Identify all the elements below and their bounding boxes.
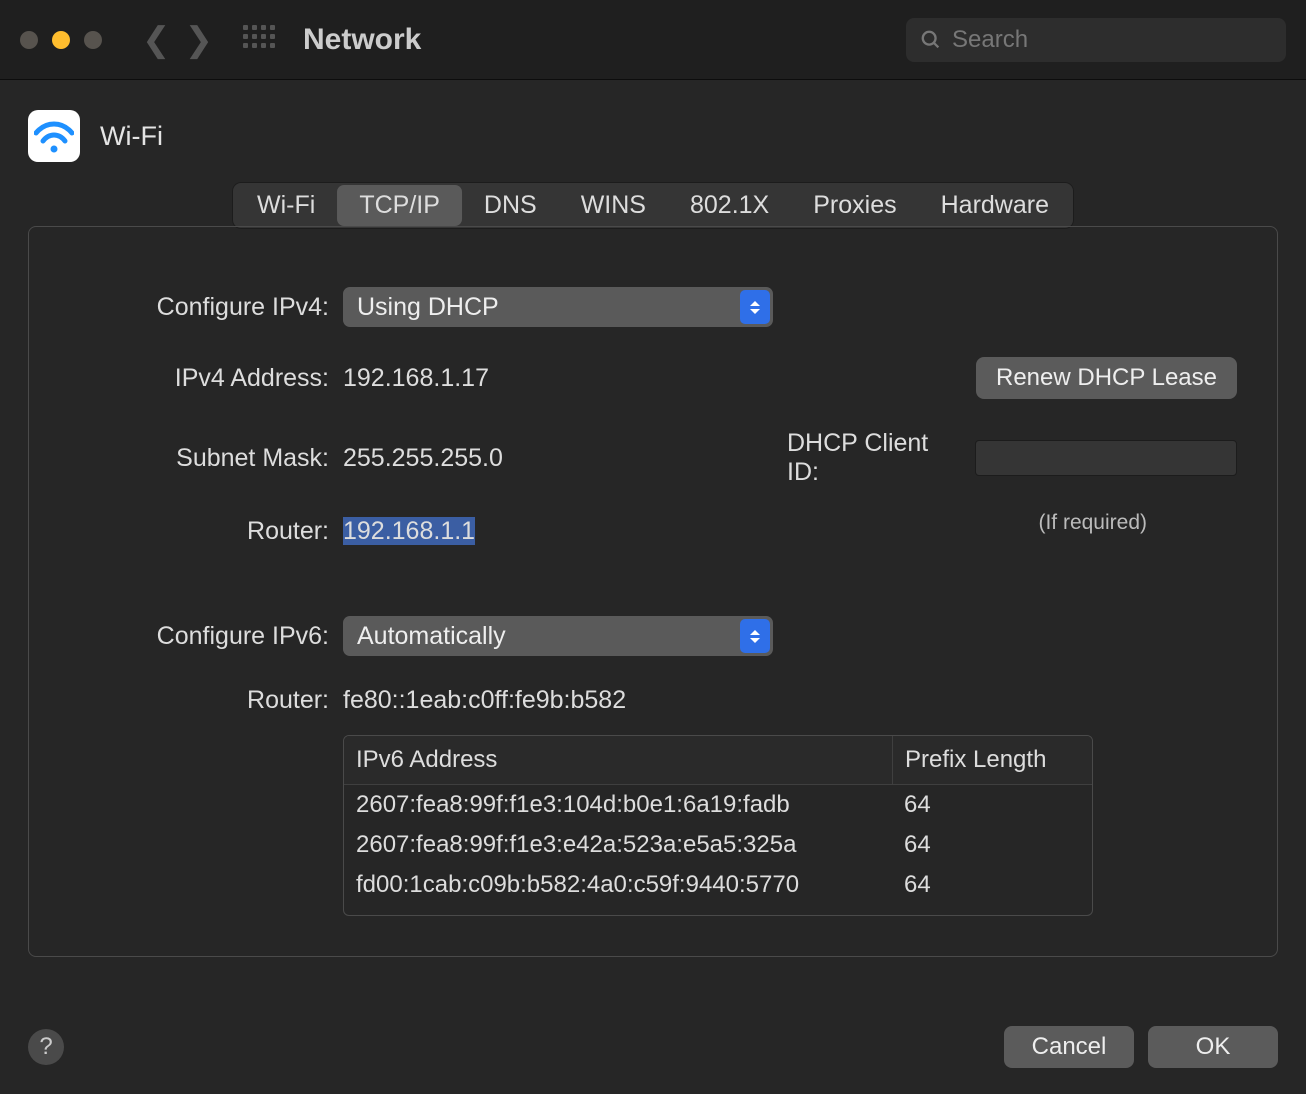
ipv6-address-cell: 2607:fea8:99f:f1e3:e42a:523a:e5a5:325a <box>344 825 892 865</box>
tab-8021x[interactable]: 802.1X <box>668 185 791 226</box>
configure-ipv6-dropdown[interactable]: Automatically <box>343 616 773 656</box>
subnet-mask-value: 255.255.255.0 <box>343 444 773 473</box>
tab-tcpip[interactable]: TCP/IP <box>337 185 462 226</box>
ipv6-row[interactable]: fd00:1cab:c09b:b582:4a0:c59f:9440:577064 <box>344 865 1092 905</box>
close-button[interactable] <box>20 31 38 49</box>
ipv6-router-label: Router: <box>69 686 329 715</box>
cancel-button[interactable]: Cancel <box>1004 1026 1134 1068</box>
tab-wifi[interactable]: Wi-Fi <box>235 185 337 226</box>
ok-button[interactable]: OK <box>1148 1026 1278 1068</box>
tab-wins[interactable]: WINS <box>559 185 668 226</box>
settings-panel: Configure IPv4: Using DHCP IPv4 Address:… <box>28 226 1278 957</box>
tabs: Wi-FiTCP/IPDNSWINS802.1XProxiesHardware <box>232 182 1074 229</box>
dropdown-arrows-icon <box>740 290 770 324</box>
configure-ipv6-value: Automatically <box>357 622 506 651</box>
ipv4-address-value: 192.168.1.17 <box>343 364 773 393</box>
window-title: Network <box>303 23 421 57</box>
back-button[interactable]: ❮ <box>142 20 171 60</box>
wifi-icon <box>28 110 80 162</box>
configure-ipv4-value: Using DHCP <box>357 293 499 322</box>
search-icon <box>920 29 942 51</box>
maximize-button[interactable] <box>84 31 102 49</box>
dhcp-client-id-hint: (If required) <box>1038 511 1147 534</box>
page-subtitle: Wi-Fi <box>100 121 163 152</box>
configure-ipv6-label: Configure IPv6: <box>69 622 329 651</box>
page-header: Wi-Fi <box>28 110 1278 162</box>
tab-dns[interactable]: DNS <box>462 185 559 226</box>
subnet-mask-label: Subnet Mask: <box>69 444 329 473</box>
configure-ipv4-dropdown[interactable]: Using DHCP <box>343 287 773 327</box>
ipv4-address-label: IPv4 Address: <box>69 364 329 393</box>
tab-hardware[interactable]: Hardware <box>919 185 1071 226</box>
renew-dhcp-button[interactable]: Renew DHCP Lease <box>976 357 1237 399</box>
ipv6-address-cell: 2607:fea8:99f:f1e3:104d:b0e1:6a19:fadb <box>344 785 892 825</box>
ipv6-row[interactable]: 2607:fea8:99f:f1e3:104d:b0e1:6a19:fadb64 <box>344 785 1092 825</box>
titlebar: ❮ ❯ Network Search <box>0 0 1306 80</box>
ipv6-router-value: fe80::1eab:c0ff:fe9b:b582 <box>343 686 1237 715</box>
forward-button[interactable]: ❯ <box>185 20 214 60</box>
dhcp-client-id-label: DHCP Client ID: <box>787 429 961 487</box>
all-prefs-icon[interactable] <box>243 25 273 55</box>
ipv6-col-prefix[interactable]: Prefix Length <box>892 736 1092 784</box>
tab-proxies[interactable]: Proxies <box>791 185 918 226</box>
ipv6-prefix-cell: 64 <box>892 865 1092 905</box>
search-placeholder: Search <box>952 26 1028 54</box>
network-window: ❮ ❯ Network Search Wi-Fi Wi-FiTCP/IPDNSW… <box>0 0 1306 1094</box>
ipv6-prefix-cell: 64 <box>892 785 1092 825</box>
footer: ? Cancel OK <box>28 1026 1278 1068</box>
dhcp-client-id-input[interactable] <box>975 440 1237 476</box>
minimize-button[interactable] <box>52 31 70 49</box>
ipv4-router-label: Router: <box>69 517 329 546</box>
dropdown-arrows-icon <box>740 619 770 653</box>
help-button[interactable]: ? <box>28 1029 64 1065</box>
ipv6-prefix-cell: 64 <box>892 825 1092 865</box>
ipv6-address-cell: fd00:1cab:c09b:b582:4a0:c59f:9440:5770 <box>344 865 892 905</box>
ipv6-row[interactable]: 2607:fea8:99f:f1e3:e42a:523a:e5a5:325a64 <box>344 825 1092 865</box>
ipv4-router-value[interactable]: 192.168.1.1 <box>343 517 475 545</box>
window-controls <box>20 31 102 49</box>
nav-arrows: ❮ ❯ <box>142 20 213 60</box>
configure-ipv4-label: Configure IPv4: <box>69 293 329 322</box>
search-field[interactable]: Search <box>906 18 1286 62</box>
ipv6-address-table: IPv6 Address Prefix Length 2607:fea8:99f… <box>343 735 1093 916</box>
ipv6-col-address[interactable]: IPv6 Address <box>344 736 892 784</box>
